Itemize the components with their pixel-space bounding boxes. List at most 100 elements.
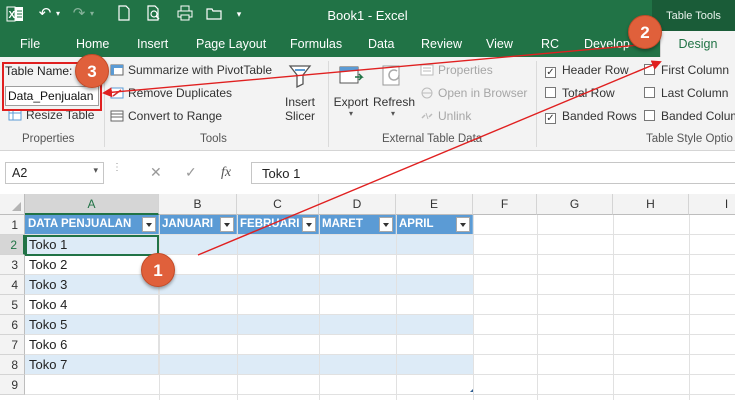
header-row-check-icon: ✓ xyxy=(545,67,556,78)
first-column-checkbox[interactable]: First Column xyxy=(644,63,729,77)
column-header[interactable]: D xyxy=(319,194,396,215)
remove-duplicates-icon xyxy=(110,87,124,99)
step-badge-2: 2 xyxy=(628,15,662,49)
total-row-checkbox[interactable]: Total Row xyxy=(545,86,615,100)
row-header[interactable]: 1 xyxy=(0,215,25,235)
open-in-browser-button[interactable]: Open in Browser xyxy=(420,86,527,100)
convert-to-range-button[interactable]: Convert to Range xyxy=(110,109,222,123)
column-header[interactable]: F xyxy=(473,194,537,215)
banded-rows-checkbox[interactable]: ✓ Banded Rows xyxy=(545,109,637,124)
banded-columns-check-icon xyxy=(644,110,655,121)
convert-to-range-label: Convert to Range xyxy=(128,109,223,123)
insert-slicer-button[interactable]: Insert Slicer xyxy=(280,63,320,131)
export-icon xyxy=(338,63,364,89)
tab-review[interactable]: Review xyxy=(421,37,462,51)
export-button[interactable]: Export ▾ xyxy=(333,63,369,131)
table-properties-button[interactable]: Properties xyxy=(420,63,493,77)
column-header[interactable]: H xyxy=(613,194,689,215)
ribbon-tab-bar: File Home Insert Page Layout Formulas Da… xyxy=(0,31,735,57)
insert-slicer-label-2: Slicer xyxy=(284,109,315,123)
total-row-label: Total Row xyxy=(562,86,615,100)
step-badge-1: 1 xyxy=(141,253,175,287)
total-row-check-icon xyxy=(545,87,556,98)
remove-duplicates-label: Remove Duplicates xyxy=(128,86,233,100)
group-separator xyxy=(536,61,537,147)
browser-icon xyxy=(420,87,434,99)
row-header[interactable]: 4 xyxy=(0,275,25,295)
unlink-button[interactable]: Unlink xyxy=(420,109,471,123)
unlink-icon xyxy=(420,110,434,122)
row-header[interactable]: 9 xyxy=(0,375,25,395)
formula-buttons: ✕ ✓ fx xyxy=(138,162,246,184)
row-header[interactable]: 3 xyxy=(0,255,25,275)
column-header[interactable]: I xyxy=(689,194,735,215)
group-label-properties: Properties xyxy=(22,133,75,145)
title-bar: X ↶ ▾ ↷ ▾ ▾ Book1 - Excel Table Tools xyxy=(0,0,735,31)
cancel-icon[interactable]: ✕ xyxy=(150,164,162,181)
enter-icon[interactable]: ✓ xyxy=(185,164,197,181)
banded-columns-label: Banded Colum xyxy=(661,109,735,123)
group-label-style-options: Table Style Optio xyxy=(646,133,733,145)
tab-file[interactable]: File xyxy=(20,37,40,51)
header-row-label: Header Row xyxy=(562,63,629,77)
tab-design[interactable]: Design xyxy=(660,31,735,58)
active-cell-border xyxy=(25,235,159,256)
table-tools-context-header: Table Tools xyxy=(652,0,735,31)
refresh-button[interactable]: Refresh ▾ xyxy=(373,63,415,131)
column-header[interactable]: G xyxy=(537,194,613,215)
refresh-icon xyxy=(380,63,406,89)
last-column-check-icon xyxy=(644,87,655,98)
summarize-pivottable-button[interactable]: Summarize with PivotTable xyxy=(110,63,272,77)
table-resize-handle-icon[interactable] xyxy=(470,389,473,392)
group-label-external-data: External Table Data xyxy=(382,133,483,145)
tab-page-layout[interactable]: Page Layout xyxy=(196,37,266,51)
banded-rows-check-icon: ✓ xyxy=(545,113,556,124)
tab-insert[interactable]: Insert xyxy=(137,37,168,51)
formula-bar-grip-icon[interactable]: ⋮ xyxy=(112,163,122,181)
banded-rows-label: Banded Rows xyxy=(562,109,637,123)
insert-function-icon[interactable]: fx xyxy=(221,165,231,181)
export-dropdown-icon: ▾ xyxy=(348,109,353,118)
slicer-icon xyxy=(287,63,313,89)
row-header[interactable]: 5 xyxy=(0,295,25,315)
header-row-checkbox[interactable]: ✓ Header Row xyxy=(545,63,629,78)
column-header[interactable]: A xyxy=(25,194,159,215)
tab-home[interactable]: Home xyxy=(76,37,109,51)
last-column-checkbox[interactable]: Last Column xyxy=(644,86,728,100)
select-all-corner[interactable] xyxy=(0,194,25,215)
group-separator xyxy=(328,61,329,147)
row-header[interactable]: 6 xyxy=(0,315,25,335)
remove-duplicates-button[interactable]: Remove Duplicates xyxy=(110,86,232,100)
properties-icon xyxy=(420,64,434,76)
chevron-down-icon[interactable]: ▾ xyxy=(93,165,98,176)
open-in-browser-label: Open in Browser xyxy=(438,86,528,100)
name-box[interactable]: A2 ▾ xyxy=(5,162,104,184)
column-header[interactable]: B xyxy=(159,194,237,215)
tab-developer[interactable]: Develop xyxy=(584,37,630,51)
column-header[interactable]: E xyxy=(396,194,473,215)
insert-slicer-label-1: Insert xyxy=(284,95,315,109)
worksheet-grid[interactable]: A B C D E F G H I 1 2 3 4 5 6 7 8 9 DATA… xyxy=(0,194,735,400)
tab-data[interactable]: Data xyxy=(368,37,394,51)
tab-view[interactable]: View xyxy=(486,37,513,51)
row-header[interactable]: 7 xyxy=(0,335,25,355)
refresh-dropdown-icon: ▾ xyxy=(390,109,395,118)
window-title: Book1 - Excel xyxy=(327,8,408,23)
formula-bar: A2 ▾ ⋮ ✕ ✓ fx Toko 1 xyxy=(0,151,735,191)
formula-input[interactable]: Toko 1 xyxy=(251,162,735,184)
pivottable-icon xyxy=(110,64,124,76)
row-header[interactable]: 8 xyxy=(0,355,25,375)
column-header[interactable]: C xyxy=(237,194,319,215)
summarize-label: Summarize with PivotTable xyxy=(128,63,273,77)
step-badge-3: 3 xyxy=(75,54,109,88)
last-column-label: Last Column xyxy=(661,86,729,100)
tab-rc[interactable]: RC xyxy=(541,37,559,51)
row-header[interactable]: 2 xyxy=(0,235,25,255)
export-label: Export xyxy=(333,95,369,109)
convert-to-range-icon xyxy=(110,110,124,122)
properties-label: Properties xyxy=(438,63,493,77)
group-label-tools: Tools xyxy=(200,133,227,145)
unlink-label: Unlink xyxy=(438,109,472,123)
tab-formulas[interactable]: Formulas xyxy=(290,37,342,51)
banded-columns-checkbox[interactable]: Banded Colum xyxy=(644,109,735,123)
